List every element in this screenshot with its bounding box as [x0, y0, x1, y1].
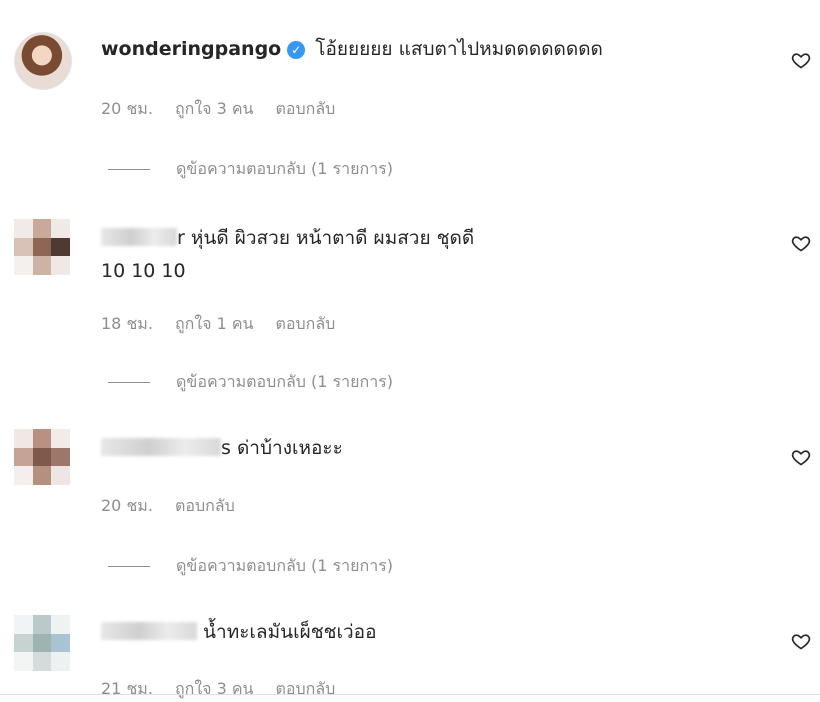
blurred-username[interactable] [101, 622, 197, 640]
divider [0, 694, 820, 695]
likes-count[interactable]: ถูกใจ 3 คน [175, 99, 254, 118]
heart-outline-icon[interactable] [791, 50, 811, 70]
avatar[interactable] [14, 615, 70, 671]
view-replies-label: ดูข้อความตอบกลับ (1 รายการ) [176, 159, 394, 178]
comment-meta: 20 ชม. ตอบกลับ [101, 494, 257, 519]
comment-time: 20 ชม. [101, 496, 153, 515]
comment-body: wonderingpango ✓ โอ้ยยยยย แสบตาไปหมดดดดดด… [101, 33, 603, 66]
comment-text: น้ำทะเลมันเผ็ชชเว่ออ [203, 621, 377, 643]
comment-text: โอ้ยยยยย แสบตาไปหมดดดดดดดด [315, 38, 603, 60]
reply-button[interactable]: ตอบกลับ [276, 314, 336, 333]
avatar[interactable] [14, 219, 70, 275]
view-replies-button[interactable]: ดูข้อความตอบกลับ (1 รายการ) [108, 370, 393, 395]
comment-time: 20 ชม. [101, 99, 153, 118]
replies-divider [108, 382, 150, 383]
avatar[interactable] [14, 429, 70, 485]
heart-outline-icon[interactable] [791, 233, 811, 253]
comment-text-line2: 10 10 10 [101, 260, 186, 282]
heart-outline-icon[interactable] [791, 447, 811, 467]
username-partial[interactable]: s [221, 437, 231, 459]
reply-button[interactable]: ตอบกลับ [276, 679, 336, 698]
blurred-username[interactable] [101, 228, 177, 246]
comment-meta: 18 ชม. ถูกใจ 1 คน ตอบกลับ [101, 312, 357, 337]
blurred-username[interactable] [101, 438, 221, 456]
comment-text: หุ่นดี ผิวสวย หน้าตาดี ผมสวย ชุดดี [190, 227, 475, 249]
replies-divider [108, 169, 150, 170]
likes-count[interactable]: ถูกใจ 1 คน [175, 314, 254, 333]
comment-time: 18 ชม. [101, 314, 153, 333]
username-partial[interactable]: r [177, 227, 185, 249]
comment-body: น้ำทะเลมันเผ็ชชเว่ออ [101, 616, 377, 649]
likes-count[interactable]: ถูกใจ 3 คน [175, 679, 254, 698]
comment-text: ด่าบ้างเหอะะ [236, 437, 343, 459]
comment-meta: 21 ชม. ถูกใจ 3 คน ตอบกลับ [101, 677, 335, 702]
reply-button[interactable]: ตอบกลับ [175, 496, 235, 515]
comment-time: 21 ชม. [101, 679, 153, 698]
reply-button[interactable]: ตอบกลับ [276, 99, 336, 118]
view-replies-label: ดูข้อความตอบกลับ (1 รายการ) [176, 372, 394, 391]
view-replies-button[interactable]: ดูข้อความตอบกลับ (1 รายการ) [108, 554, 393, 579]
comment-body: s ด่าบ้างเหอะะ [101, 432, 343, 465]
avatar[interactable] [14, 32, 72, 90]
comment-meta: 20 ชม. ถูกใจ 3 คน ตอบกลับ [101, 97, 357, 122]
view-replies-button[interactable]: ดูข้อความตอบกลับ (1 รายการ) [108, 157, 393, 182]
heart-outline-icon[interactable] [791, 631, 811, 651]
verified-badge-icon: ✓ [287, 41, 306, 59]
replies-divider [108, 566, 150, 567]
view-replies-label: ดูข้อความตอบกลับ (1 รายการ) [176, 556, 394, 575]
comment-body: r หุ่นดี ผิวสวย หน้าตาดี ผมสวย ชุดดี 10 … [101, 222, 474, 288]
username[interactable]: wonderingpango [101, 38, 281, 60]
